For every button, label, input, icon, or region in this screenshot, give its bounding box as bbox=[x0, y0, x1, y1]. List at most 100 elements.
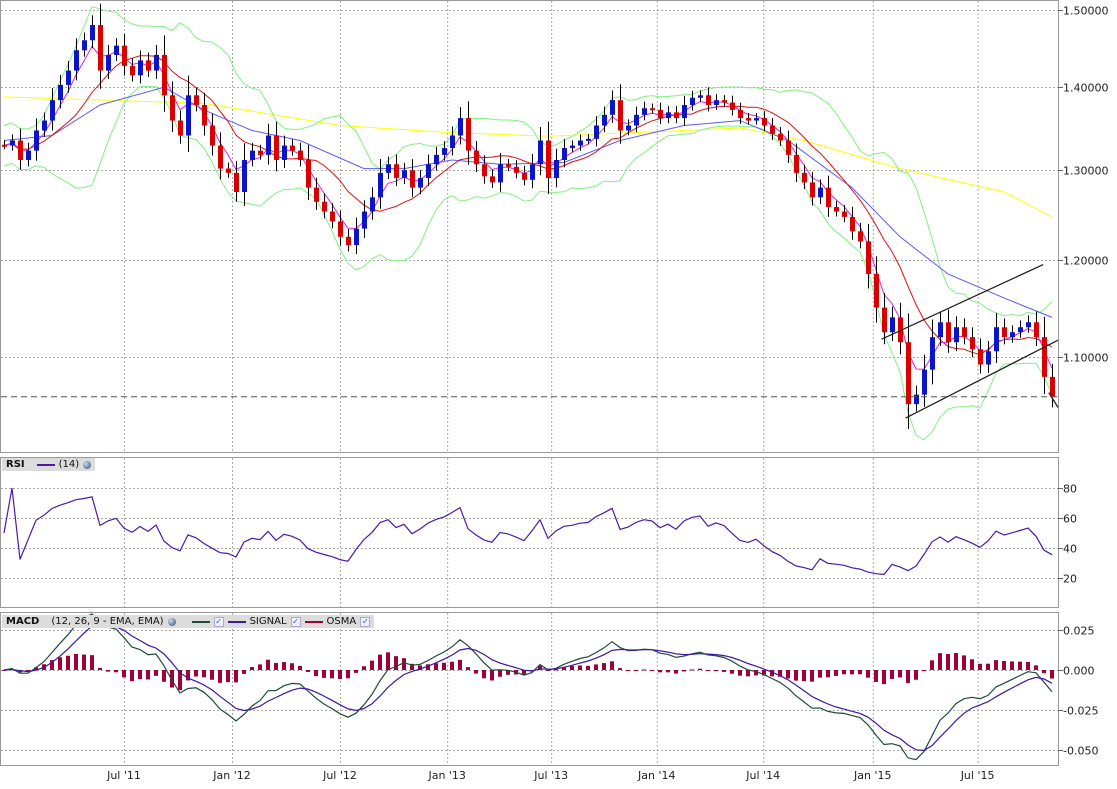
candle-body bbox=[722, 100, 727, 103]
osma-bar bbox=[106, 670, 110, 672]
candle-body bbox=[162, 54, 167, 96]
candle-body bbox=[1018, 327, 1023, 333]
macd-axis-label: 0.000 bbox=[1063, 665, 1095, 678]
candle-body bbox=[330, 211, 335, 222]
osma-bar bbox=[962, 655, 966, 670]
osma-bar bbox=[978, 663, 982, 670]
macd-title: MACD bbox=[6, 616, 40, 627]
osma-bar bbox=[394, 656, 398, 670]
osma-bar bbox=[1042, 670, 1046, 674]
osma-bar bbox=[58, 657, 62, 670]
candle-body bbox=[562, 148, 567, 160]
candle-body bbox=[74, 50, 79, 71]
candle-body bbox=[906, 342, 911, 405]
candle-body bbox=[394, 164, 399, 179]
candle-body bbox=[202, 105, 207, 126]
candle-body bbox=[98, 25, 103, 71]
candle-body bbox=[594, 125, 599, 139]
candle-body bbox=[626, 125, 631, 131]
candle-body bbox=[90, 25, 95, 41]
osma-swatch bbox=[304, 620, 323, 623]
rsi-legend: RSI (14) bbox=[2, 458, 96, 471]
chart-window: Jul '11 Jan '12 Jul '12 Jan '13 Jul '13 Jan '… bbox=[0, 0, 1117, 789]
rsi-title: RSI bbox=[6, 459, 25, 470]
candle-body bbox=[58, 84, 63, 101]
osma-bar bbox=[818, 670, 822, 678]
osma-bar bbox=[298, 665, 302, 670]
osma-bar bbox=[466, 667, 470, 670]
osma-bar bbox=[946, 654, 950, 670]
macd-toggle-checkbox[interactable]: ✓ bbox=[213, 616, 224, 627]
candle-body bbox=[970, 337, 975, 350]
osma-bar bbox=[690, 669, 694, 671]
rsi-axis-label: 20 bbox=[1063, 573, 1077, 586]
osma-bar bbox=[474, 670, 478, 674]
candle-body bbox=[418, 178, 423, 188]
chart-canvas: Jul '11 Jan '12 Jul '12 Jan '13 Jul '13 Jan '… bbox=[0, 0, 1109, 782]
candle-body bbox=[298, 150, 303, 160]
osma-bar bbox=[722, 670, 726, 672]
bollinger-lower-band bbox=[3, 85, 1053, 441]
candle-body bbox=[658, 109, 663, 119]
candle-body bbox=[922, 369, 927, 395]
candle-body bbox=[986, 351, 991, 365]
x-axis-label: Jul '12 bbox=[322, 769, 357, 782]
candle-body bbox=[354, 228, 359, 246]
rsi-line bbox=[3, 487, 1053, 576]
osma-bar bbox=[746, 670, 750, 677]
osma-bar bbox=[314, 670, 318, 677]
osma-bar bbox=[434, 663, 438, 670]
osma-bar bbox=[330, 670, 334, 679]
osma-bar bbox=[346, 670, 350, 679]
osma-bar bbox=[322, 670, 326, 678]
settings-globe-icon[interactable] bbox=[167, 617, 176, 626]
x-axis-label: Jul '11 bbox=[106, 769, 141, 782]
osma-bar bbox=[146, 670, 150, 680]
candle-body bbox=[882, 307, 887, 333]
candle-body bbox=[242, 159, 247, 193]
settings-globe-icon[interactable] bbox=[83, 460, 92, 469]
osma-bar bbox=[234, 670, 238, 683]
candle-body bbox=[730, 102, 735, 110]
osma-bar bbox=[842, 670, 846, 675]
osma-bar bbox=[986, 663, 990, 670]
x-axis-label: Jan '15 bbox=[853, 769, 891, 782]
x-axis-label: Jul '13 bbox=[533, 769, 568, 782]
candle-body bbox=[506, 164, 511, 167]
osma-bar bbox=[354, 670, 358, 673]
osma-bar bbox=[890, 670, 894, 679]
candle-body bbox=[402, 170, 407, 179]
macd-legend: MACD (12, 26, 9 - EMA, EMA) ✓ SIGNAL ✓ O… bbox=[2, 615, 375, 628]
osma-bar bbox=[194, 670, 198, 677]
candle-body bbox=[226, 168, 231, 173]
candle-body bbox=[378, 172, 383, 198]
osma-bar bbox=[602, 663, 606, 670]
candle-body bbox=[82, 40, 87, 51]
candle-body bbox=[642, 108, 647, 115]
candle-body bbox=[362, 211, 367, 229]
signal-toggle-checkbox[interactable]: ✓ bbox=[290, 616, 301, 627]
candle-body bbox=[754, 118, 759, 121]
candle-body bbox=[1034, 322, 1039, 338]
osma-toggle-checkbox[interactable]: ✓ bbox=[360, 616, 371, 627]
candle-body bbox=[482, 164, 487, 177]
rsi-axis-label: 80 bbox=[1063, 483, 1077, 496]
osma-bar bbox=[810, 670, 814, 682]
candle-body bbox=[122, 45, 127, 66]
osma-bar bbox=[378, 654, 382, 670]
candle-body bbox=[954, 327, 959, 343]
macd-line-swatch bbox=[191, 620, 210, 623]
osma-bar bbox=[442, 662, 446, 670]
osma-bar bbox=[682, 670, 686, 672]
candle-body bbox=[586, 138, 591, 141]
candle-body bbox=[554, 159, 559, 179]
candle-body bbox=[26, 150, 31, 160]
candle-body bbox=[410, 170, 415, 188]
osma-bar bbox=[874, 670, 878, 682]
candle-body bbox=[34, 130, 39, 151]
candle-body bbox=[866, 241, 871, 275]
candle-body bbox=[978, 349, 983, 365]
macd-params: (12, 26, 9 - EMA, EMA) bbox=[51, 616, 164, 627]
candle-body bbox=[2, 144, 7, 147]
candle-body bbox=[154, 54, 159, 71]
